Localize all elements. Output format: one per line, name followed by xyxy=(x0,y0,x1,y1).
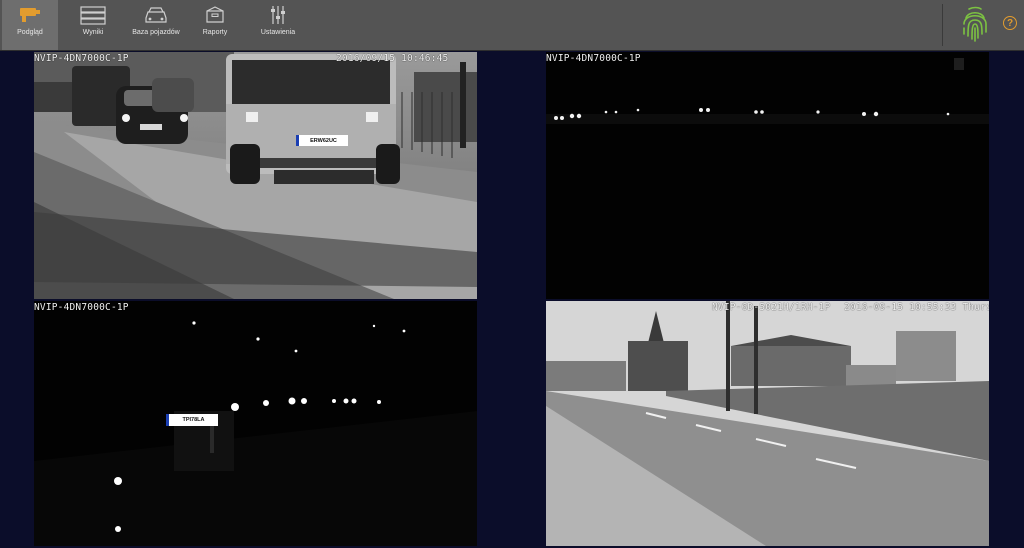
license-plate: TPI78LA xyxy=(166,414,218,426)
timestamp-overlay: 2016-09-15 10:55:33 Thurs xyxy=(844,302,989,313)
camera-feed-1[interactable]: NVIP-4DN7000C-1P 2016/09/15 10:46:45 ERW… xyxy=(34,52,477,299)
nav-label: Wyniki xyxy=(82,29,104,36)
sliders-icon xyxy=(258,4,298,26)
nav-label: Podgląd xyxy=(17,29,43,36)
nav-label: Baza pojazdów xyxy=(132,29,180,36)
top-toolbar: Podgląd Wyniki Baza pojazdów Raporty Ust… xyxy=(0,0,1024,51)
toolbar-divider xyxy=(942,4,943,46)
help-button[interactable]: ? xyxy=(1003,16,1017,30)
nav-label: Ustawienia xyxy=(260,29,296,36)
camera-name-overlay: NVIP-6D-5021H/1RH-1P xyxy=(712,302,831,313)
camera-name-overlay: NVIP-4DN7000C-1P xyxy=(34,302,129,313)
nav-baza-pojazdow[interactable]: Baza pojazdów xyxy=(128,0,184,50)
camera-feed-2[interactable]: NVIP-4DN7000C-1P xyxy=(546,52,989,299)
camera-feed-4[interactable]: NVIP-6D-5021H/1RH-1P 2016-09-15 10:55:33… xyxy=(546,301,989,546)
fingerprint-icon[interactable] xyxy=(960,6,990,44)
nav-podglad[interactable]: Podgląd xyxy=(2,0,58,50)
nav-raporty[interactable]: Raporty xyxy=(187,0,243,50)
camera-name-overlay: NVIP-4DN7000C-1P xyxy=(546,53,641,64)
car-icon xyxy=(136,4,176,26)
license-plate: ERW62UC xyxy=(296,135,348,146)
camera-feed-3[interactable]: NVIP-4DN7000C-1P TPI78LA xyxy=(34,301,477,546)
camera-icon xyxy=(10,4,50,26)
nav-wyniki[interactable]: Wyniki xyxy=(65,0,121,50)
results-list-icon xyxy=(73,4,113,26)
report-box-icon xyxy=(195,4,235,26)
timestamp-overlay: 2016/09/15 10:46:45 xyxy=(336,53,449,64)
nav-ustawienia[interactable]: Ustawienia xyxy=(250,0,306,50)
nav-label: Raporty xyxy=(202,29,228,36)
camera-name-overlay: NVIP-4DN7000C-1P xyxy=(34,53,129,64)
